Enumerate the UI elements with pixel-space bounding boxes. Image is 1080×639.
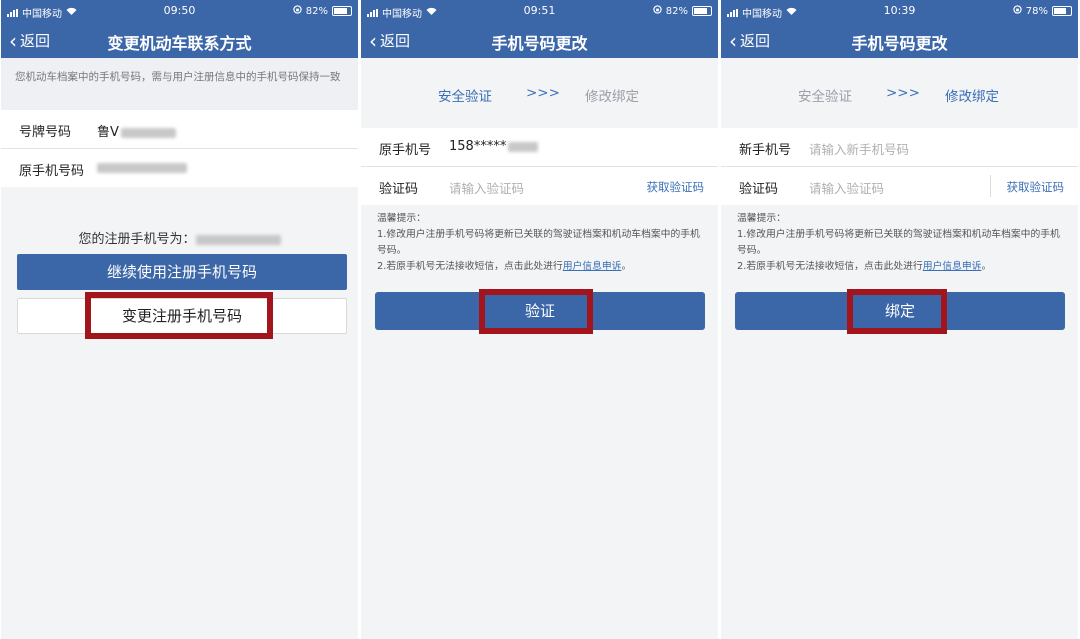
battery-percent: 78% bbox=[1025, 5, 1048, 17]
step-indicator: 安全验证 >>> 修改绑定 bbox=[721, 58, 1078, 128]
orig-phone-value: 158***** bbox=[449, 139, 539, 154]
plate-label: 号牌号码 bbox=[19, 125, 72, 140]
new-phone-input[interactable]: 请输入新手机号码 bbox=[809, 139, 909, 158]
nav-bar: ‹ 返回 变更机动车联系方式 bbox=[1, 22, 358, 58]
nav-bar: ‹ 返回 手机号码更改 bbox=[361, 22, 718, 58]
screen-modify-binding: 中国移动 10:39 78% ‹ 返回 手机号码更改 安全验证 >>> 修改绑定… bbox=[721, 0, 1078, 639]
lock-rotation-icon bbox=[293, 5, 302, 17]
status-bar: 中国移动 09:50 82% bbox=[1, 0, 358, 22]
get-code-button[interactable]: 获取验证码 bbox=[1007, 179, 1065, 195]
get-code-button[interactable]: 获取验证码 bbox=[647, 179, 705, 195]
highlight-box bbox=[847, 289, 947, 334]
registered-phone-text: 您的注册手机号为： bbox=[78, 232, 196, 247]
battery-percent: 82% bbox=[665, 5, 688, 17]
code-row: 验证码 请输入验证码 获取验证码 bbox=[361, 167, 718, 205]
tip-2: 2.若原手机号无法接收短信，点击此处进行用户信息申诉。 bbox=[377, 261, 632, 272]
page-title: 手机号码更改 bbox=[491, 34, 588, 53]
code-input[interactable]: 请输入验证码 bbox=[449, 178, 524, 197]
lock-rotation-icon bbox=[653, 5, 662, 17]
step-modify-binding: 修改绑定 bbox=[945, 89, 999, 105]
user-info-appeal-link[interactable]: 用户信息申诉 bbox=[923, 261, 982, 272]
step-arrow: >>> bbox=[526, 85, 560, 101]
continue-registered-phone-button[interactable]: 继续使用注册手机号码 bbox=[17, 254, 347, 290]
tip-1: 1.修改用户注册手机号码将更新已关联的驾驶证档案和机动车档案中的手机号码。 bbox=[377, 229, 700, 256]
orig-phone-label: 原手机号码 bbox=[19, 164, 85, 179]
status-bar: 中国移动 09:51 82% bbox=[361, 0, 718, 22]
notice-text: 您机动车档案中的手机号码，需与用户注册信息中的手机号码保持一致 bbox=[15, 71, 341, 83]
orig-phone-value bbox=[97, 160, 187, 175]
highlight-box bbox=[479, 289, 593, 334]
code-input[interactable]: 请输入验证码 bbox=[809, 178, 884, 197]
screen-security-verify: 中国移动 09:51 82% ‹ 返回 手机号码更改 安全验证 >>> 修改绑定… bbox=[361, 0, 718, 639]
orig-phone-label: 原手机号 bbox=[379, 143, 432, 158]
step-indicator: 安全验证 >>> 修改绑定 bbox=[361, 58, 718, 128]
step-security-verify: 安全验证 bbox=[438, 89, 492, 105]
plate-value: 鲁V bbox=[97, 121, 176, 140]
notice-banner: 您机动车档案中的手机号码，需与用户注册信息中的手机号码保持一致 bbox=[1, 58, 358, 110]
code-label: 验证码 bbox=[739, 182, 779, 197]
step-modify-binding: 修改绑定 bbox=[585, 89, 639, 105]
new-phone-row: 新手机号 请输入新手机号码 bbox=[721, 128, 1078, 166]
tips: 温馨提示： 1.修改用户注册手机号码将更新已关联的驾驶证档案和机动车档案中的手机… bbox=[737, 211, 1062, 275]
new-phone-label: 新手机号 bbox=[739, 143, 792, 158]
orig-phone-row: 原手机号码 bbox=[1, 149, 358, 187]
status-bar: 中国移动 10:39 78% bbox=[721, 0, 1078, 22]
registered-phone-line: 您的注册手机号为： bbox=[1, 228, 358, 247]
tips-title: 温馨提示： bbox=[737, 213, 786, 224]
nav-bar: ‹ 返回 手机号码更改 bbox=[721, 22, 1078, 58]
battery-icon bbox=[692, 6, 712, 16]
code-label: 验证码 bbox=[379, 182, 419, 197]
user-info-appeal-link[interactable]: 用户信息申诉 bbox=[563, 261, 622, 272]
orig-phone-row: 原手机号 158***** bbox=[361, 128, 718, 166]
registered-phone-value bbox=[195, 234, 281, 245]
lock-rotation-icon bbox=[1013, 5, 1022, 17]
tip-1: 1.修改用户注册手机号码将更新已关联的驾驶证档案和机动车档案中的手机号码。 bbox=[737, 229, 1060, 256]
tips-title: 温馨提示： bbox=[377, 213, 426, 224]
page-title: 变更机动车联系方式 bbox=[107, 34, 252, 53]
step-arrow: >>> bbox=[886, 85, 920, 101]
battery-icon bbox=[332, 6, 352, 16]
vertical-divider bbox=[990, 175, 991, 197]
battery-icon bbox=[1052, 6, 1072, 16]
plate-row: 号牌号码 鲁V bbox=[1, 110, 358, 148]
tip-2: 2.若原手机号无法接收短信，点击此处进行用户信息申诉。 bbox=[737, 261, 992, 272]
highlight-box bbox=[85, 292, 273, 339]
step-security-verify: 安全验证 bbox=[798, 89, 852, 105]
page-title: 手机号码更改 bbox=[851, 34, 948, 53]
screen-change-contact: 中国移动 09:50 82% ‹ 返回 变更机动车联系方式 您机动车档案中的手机… bbox=[1, 0, 358, 639]
code-row: 验证码 请输入验证码 获取验证码 bbox=[721, 167, 1078, 205]
battery-percent: 82% bbox=[305, 5, 328, 17]
tips: 温馨提示： 1.修改用户注册手机号码将更新已关联的驾驶证档案和机动车档案中的手机… bbox=[377, 211, 702, 275]
